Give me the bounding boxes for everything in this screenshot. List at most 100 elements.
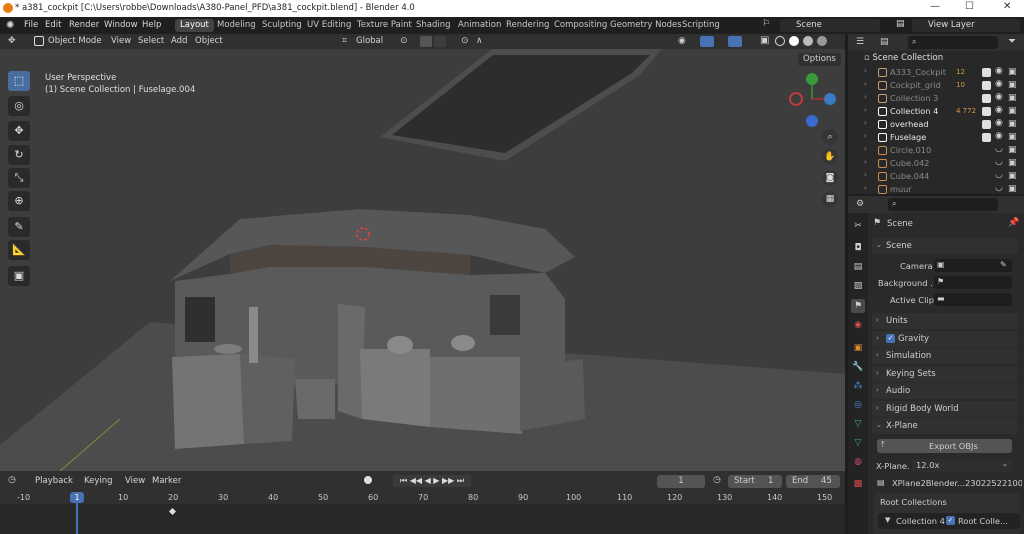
tab-uv-editing[interactable]: UV Editing	[302, 19, 356, 32]
tab-compositing[interactable]: Compositing	[549, 19, 612, 32]
start-frame-field[interactable]: Start 1	[728, 475, 782, 488]
exclude-checkbox[interactable]	[982, 133, 991, 142]
pivot-point-icon[interactable]: ⊙	[400, 36, 408, 46]
wireframe-shading-icon[interactable]	[775, 36, 785, 46]
expand-chevron-icon[interactable]: ›	[864, 80, 867, 88]
camera-icon[interactable]: ▣	[1008, 80, 1017, 90]
background-scene-field[interactable]: ⚑	[934, 276, 1012, 289]
minimize-button[interactable]: —	[930, 1, 940, 12]
exclude-checkbox[interactable]	[982, 107, 991, 116]
exclude-checkbox[interactable]	[982, 94, 991, 103]
root-collection-checkbox[interactable]: ✓	[946, 516, 955, 525]
expand-chevron-icon[interactable]: ›	[864, 132, 867, 140]
camera-icon[interactable]: ▣	[1008, 145, 1017, 155]
tool-tab-icon[interactable]: ✂	[851, 219, 865, 233]
menu-help[interactable]: Help	[142, 20, 161, 30]
expand-chevron-icon[interactable]: ›	[864, 171, 867, 179]
record-icon[interactable]	[364, 476, 372, 484]
material-tab-icon[interactable]: ◍	[851, 455, 865, 469]
tab-sculpting[interactable]: Sculpting	[257, 19, 307, 32]
filter-icon[interactable]: ⏷	[1008, 36, 1016, 47]
scene-tab-icon[interactable]: ⚑	[851, 299, 865, 313]
scene-field[interactable]: Scene	[780, 19, 880, 32]
tab-layout[interactable]: Layout	[175, 19, 214, 32]
eye-icon[interactable]: ◉	[995, 92, 1003, 102]
outliner-item[interactable]: › Cube.042 ◡ ▣	[848, 157, 1024, 170]
menu-render[interactable]: Render	[69, 20, 99, 30]
active-clip-field[interactable]: ▬	[934, 293, 1012, 306]
camera-icon[interactable]: ▣	[1008, 119, 1017, 129]
export-objs-button[interactable]: ⤒ Export OBJs	[877, 439, 1012, 453]
object-mode-dropdown[interactable]: Object Mode	[48, 36, 102, 46]
rotate-tool[interactable]: ↻	[8, 145, 30, 165]
root-collection-row[interactable]: ▼ Collection 4 ✓ Root Colle...	[878, 513, 1020, 529]
measure-tool[interactable]: 📐	[8, 240, 30, 260]
playback-controls[interactable]: ⏮ ◀◀ ◀ ▶ ▶▶ ⏭	[393, 475, 471, 487]
transform-tool[interactable]: ⊕	[8, 191, 30, 211]
end-frame-field[interactable]: End 45	[786, 475, 840, 488]
camera-icon[interactable]: ▣	[1008, 171, 1017, 181]
gravity-panel-header[interactable]: › ✓ Gravity	[872, 331, 1018, 347]
tab-texture-paint[interactable]: Texture Paint	[352, 19, 417, 32]
data-tab-icon[interactable]: ▽	[851, 436, 865, 450]
playhead-frame[interactable]: 1	[70, 492, 84, 503]
outliner-item[interactable]: › Collection 4 4 772 ◉ ▣	[848, 105, 1024, 118]
transform-orientation-dropdown[interactable]: Global	[356, 36, 383, 46]
eye-icon[interactable]: ◉	[995, 66, 1003, 76]
snap-icon[interactable]	[420, 36, 432, 47]
proportional-edit-icon[interactable]: ⊙	[461, 36, 469, 46]
texture-tab-icon[interactable]: ▩	[851, 477, 865, 491]
outliner-item[interactable]: › Collection 3 ◉ ▣	[848, 92, 1024, 105]
tab-rendering[interactable]: Rendering	[501, 19, 554, 32]
ortho-grid-icon[interactable]: ▦	[822, 191, 838, 207]
zoom-icon[interactable]: ⌕	[822, 129, 838, 145]
outliner-editor-icon[interactable]: ☰	[856, 37, 864, 47]
annotate-tool[interactable]: ✎	[8, 217, 30, 237]
world-tab-icon[interactable]: ◉	[851, 318, 865, 332]
eye-icon[interactable]: ◉	[995, 79, 1003, 89]
menu-edit[interactable]: Edit	[45, 20, 61, 30]
expand-chevron-icon[interactable]: ›	[864, 93, 867, 101]
scene-selector-icon[interactable]: ⚐	[762, 19, 770, 29]
camera-icon[interactable]: ▣	[1008, 67, 1017, 77]
snap-target-icon[interactable]	[434, 36, 446, 47]
xplane-version-dropdown[interactable]: 12.0x ⌄	[912, 459, 1012, 472]
constraints-tab-icon[interactable]: ▽	[851, 417, 865, 431]
view-layer-tab-icon[interactable]: ▧	[851, 279, 865, 293]
keyframe-marker[interactable]	[168, 507, 177, 516]
menu-timeline-view[interactable]: View	[125, 476, 145, 486]
tab-modeling[interactable]: Modeling	[212, 19, 261, 32]
material-shading-icon[interactable]	[803, 36, 813, 46]
rigid-body-panel-header[interactable]: › Rigid Body World	[872, 401, 1018, 417]
modifier-tab-icon[interactable]: 🔧	[851, 360, 865, 374]
camera-icon[interactable]: ▣	[1008, 93, 1017, 103]
options-button[interactable]: Options	[798, 53, 841, 66]
audio-panel-header[interactable]: › Audio	[872, 383, 1018, 399]
outliner-item[interactable]: › A333_Cockpit 12 ◉ ▣	[848, 66, 1024, 79]
outliner-search-input[interactable]: ⌕	[908, 36, 998, 49]
timeline-editor-icon[interactable]: ◷	[8, 475, 16, 485]
expand-chevron-icon[interactable]: ›	[864, 119, 867, 127]
rendered-shading-icon[interactable]	[817, 36, 827, 46]
physics-tab-icon[interactable]: ◎	[851, 398, 865, 412]
exclude-checkbox[interactable]	[982, 81, 991, 90]
expand-chevron-icon[interactable]: ›	[864, 184, 867, 192]
eye-icon[interactable]: ◡	[995, 170, 1003, 180]
pan-hand-icon[interactable]: ✋	[822, 149, 838, 165]
clock-icon[interactable]: ◷	[713, 475, 721, 485]
camera-icon[interactable]: ▣	[1008, 106, 1017, 116]
gizmo-x-axis[interactable]	[824, 93, 836, 105]
expand-chevron-icon[interactable]: ›	[864, 158, 867, 166]
blender-menu-icon[interactable]: ✺	[6, 20, 14, 31]
expand-chevron-icon[interactable]: ›	[864, 145, 867, 153]
camera-icon[interactable]: ▣	[1008, 184, 1017, 194]
view-layer-icon[interactable]: ▤	[896, 19, 905, 29]
eye-icon[interactable]: ◡	[995, 157, 1003, 167]
gizmo-toggle-icon[interactable]	[700, 36, 714, 47]
editor-type-icon[interactable]: ✥	[8, 36, 16, 46]
outliner[interactable]: ▫ Scene Collection › A333_Cockpit 12 ◉ ▣ › Coc…	[848, 51, 1024, 194]
3d-viewport[interactable]: User Perspective (1) Scene Collection | …	[0, 49, 845, 471]
outliner-item[interactable]: › overhead ◉ ▣	[848, 118, 1024, 131]
expand-chevron-icon[interactable]: ›	[864, 67, 867, 75]
exclude-checkbox[interactable]	[982, 68, 991, 77]
